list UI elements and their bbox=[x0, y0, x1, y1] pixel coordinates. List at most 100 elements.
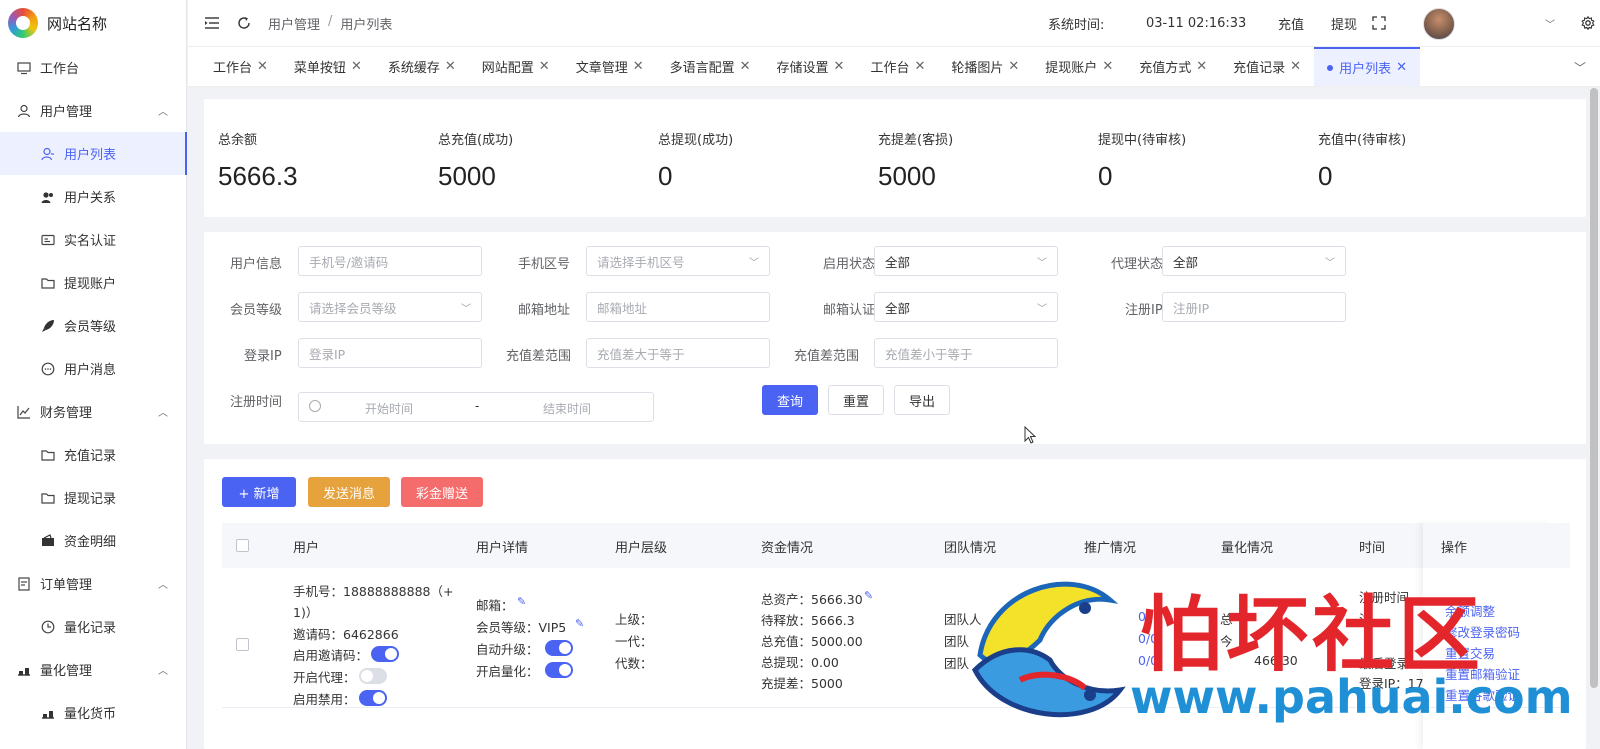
close-icon[interactable]: ✕ bbox=[914, 59, 925, 74]
email-verify-value: 全部 bbox=[885, 300, 911, 316]
withdraw-link[interactable]: 提现 bbox=[1331, 14, 1357, 33]
folder-icon bbox=[40, 275, 56, 291]
sidebar-item-label: 用户管理 bbox=[40, 105, 93, 120]
tab-site-config[interactable]: 网站配置 ✕ bbox=[469, 47, 563, 86]
range-separator: - bbox=[475, 399, 480, 413]
hierarchy-parent: 上级： bbox=[615, 612, 653, 627]
close-icon[interactable]: ✕ bbox=[633, 59, 644, 74]
sidebar-item-user-relation[interactable]: 用户关系 bbox=[0, 175, 186, 218]
close-icon[interactable]: ✕ bbox=[740, 59, 751, 74]
add-button[interactable]: + 新增 bbox=[222, 477, 296, 507]
start-time-placeholder[interactable]: 开始时间 bbox=[365, 400, 413, 417]
edit-icon[interactable]: ✎ bbox=[575, 617, 584, 630]
user-invite-code: 邀请码：6462866 bbox=[293, 627, 399, 642]
avatar[interactable] bbox=[1423, 8, 1455, 40]
tab-recharge-method[interactable]: 充值方式 ✕ bbox=[1126, 47, 1220, 86]
recharge-range-max-input[interactable]: 充值差小于等于 bbox=[874, 338, 1058, 368]
sidebar-item-user-message[interactable]: 用户消息 bbox=[0, 347, 186, 390]
enable-status-select[interactable]: 全部 ﹀ bbox=[874, 246, 1058, 276]
chevron-down-icon[interactable]: ﹀ bbox=[1574, 59, 1586, 76]
chevron-down-icon[interactable]: ﹀ bbox=[1545, 16, 1555, 31]
agent-status-select[interactable]: 全部 ﹀ bbox=[1162, 246, 1346, 276]
close-icon[interactable]: ✕ bbox=[351, 59, 362, 74]
column-header: 操作 bbox=[1441, 541, 1468, 556]
enable-invite-toggle[interactable] bbox=[371, 646, 399, 662]
stat-value: 5666.3 bbox=[218, 161, 298, 191]
sidebar-item-member-level[interactable]: 会员等级 bbox=[0, 304, 186, 347]
email-verify-select[interactable]: 全部 ﹀ bbox=[874, 292, 1058, 322]
enable-ban-toggle[interactable] bbox=[359, 690, 387, 706]
column-header: 团队情况 bbox=[944, 541, 997, 556]
funds-total-withdraw: 总提现：0.00 bbox=[761, 655, 839, 670]
close-icon[interactable]: ✕ bbox=[1008, 59, 1019, 74]
register-time-range[interactable]: 开始时间 - 结束时间 bbox=[298, 392, 654, 422]
tab-language-config[interactable]: 多语言配置 ✕ bbox=[657, 47, 764, 86]
sidebar-item-finance-management[interactable]: 财务管理 ︿ bbox=[0, 390, 186, 433]
refresh-icon[interactable] bbox=[236, 15, 252, 31]
close-icon[interactable]: ✕ bbox=[257, 59, 268, 74]
stat-value: 5000 bbox=[878, 161, 936, 191]
auto-upgrade-toggle[interactable] bbox=[545, 640, 573, 656]
fullscreen-icon[interactable] bbox=[1371, 15, 1387, 31]
sidebar-item-user-management[interactable]: 用户管理 ︿ bbox=[0, 89, 186, 132]
breadcrumb-item[interactable]: 用户管理 bbox=[268, 14, 320, 33]
user-info-input[interactable]: 手机号/邀请码 bbox=[298, 246, 482, 276]
end-time-placeholder[interactable]: 结束时间 bbox=[543, 400, 591, 417]
tab-storage-settings[interactable]: 存储设置 ✕ bbox=[764, 47, 858, 86]
phone-region-select[interactable]: 请选择手机区号 ﹀ bbox=[586, 246, 770, 276]
login-ip-input[interactable]: 登录IP bbox=[298, 338, 482, 368]
close-icon[interactable]: ✕ bbox=[445, 59, 456, 74]
logo[interactable]: 网站名称 bbox=[0, 0, 186, 46]
tab-label: 轮播图片 bbox=[951, 61, 1004, 76]
scrollbar[interactable] bbox=[1590, 88, 1598, 688]
close-icon[interactable]: ✕ bbox=[1396, 60, 1407, 75]
row-checkbox[interactable] bbox=[236, 638, 249, 651]
open-quant-toggle[interactable] bbox=[545, 662, 573, 678]
tab-user-list[interactable]: 用户列表 ✕ bbox=[1314, 47, 1420, 86]
sidebar-item-fund-details[interactable]: 资金明细 bbox=[0, 519, 186, 562]
tab-menu-buttons[interactable]: 菜单按钮 ✕ bbox=[281, 47, 375, 86]
tab-system-cache[interactable]: 系统缓存 ✕ bbox=[375, 47, 469, 86]
send-message-button[interactable]: 发送消息 bbox=[308, 477, 390, 507]
recharge-range-min-input[interactable]: 充值差大于等于 bbox=[586, 338, 770, 368]
close-icon[interactable]: ✕ bbox=[1196, 59, 1207, 74]
sidebar-item-workbench[interactable]: 工作台 bbox=[0, 46, 186, 89]
reset-button[interactable]: 重置 bbox=[828, 385, 884, 415]
sidebar-item-withdraw-account[interactable]: 提现账户 bbox=[0, 261, 186, 304]
member-level-select[interactable]: 请选择会员等级 ﹀ bbox=[298, 292, 482, 322]
tab-recharge-record[interactable]: 充值记录 ✕ bbox=[1220, 47, 1314, 86]
edit-icon[interactable]: ✎ bbox=[517, 595, 526, 608]
sidebar-item-quant-currency[interactable]: 量化货币 bbox=[0, 691, 186, 734]
select-all-checkbox[interactable] bbox=[236, 539, 249, 552]
tab-withdraw-account[interactable]: 提现账户 ✕ bbox=[1032, 47, 1126, 86]
export-button[interactable]: 导出 bbox=[894, 385, 950, 415]
gift-bonus-button[interactable]: 彩金赠送 bbox=[401, 477, 483, 507]
gear-icon[interactable] bbox=[1580, 15, 1596, 31]
recharge-link[interactable]: 充值 bbox=[1278, 14, 1304, 33]
member-level-label: 会员等级 bbox=[230, 303, 283, 318]
menu-fold-icon[interactable] bbox=[204, 15, 220, 31]
sidebar-item-quant-management[interactable]: 量化管理 ︿ bbox=[0, 648, 186, 691]
query-button[interactable]: 查询 bbox=[762, 385, 818, 415]
close-icon[interactable]: ✕ bbox=[539, 59, 550, 74]
tab-carousel[interactable]: 轮播图片 ✕ bbox=[938, 47, 1032, 86]
sidebar-item-withdraw-record[interactable]: 提现记录 bbox=[0, 476, 186, 519]
monitor-icon bbox=[16, 60, 32, 76]
register-ip-input[interactable]: 注册IP bbox=[1162, 292, 1346, 322]
close-icon[interactable]: ✕ bbox=[1102, 59, 1113, 74]
tab-article-management[interactable]: 文章管理 ✕ bbox=[563, 47, 657, 86]
edit-icon[interactable]: ✎ bbox=[864, 589, 873, 602]
sidebar-item-order-management[interactable]: 订单管理 ︿ bbox=[0, 562, 186, 605]
sidebar-item-user-list[interactable]: 用户列表 bbox=[0, 132, 187, 175]
close-icon[interactable]: ✕ bbox=[834, 59, 845, 74]
sidebar-item-quant-record[interactable]: 量化记录 bbox=[0, 605, 186, 648]
sidebar-item-label: 充值记录 bbox=[64, 449, 117, 464]
sidebar-item-real-name[interactable]: 实名认证 bbox=[0, 218, 186, 261]
close-icon[interactable]: ✕ bbox=[1290, 59, 1301, 74]
auto-upgrade-label: 自动升级： bbox=[476, 642, 539, 657]
email-input[interactable]: 邮箱地址 bbox=[586, 292, 770, 322]
sidebar-item-recharge-record[interactable]: 充值记录 bbox=[0, 433, 186, 476]
open-agent-toggle[interactable] bbox=[359, 668, 387, 684]
tab-workbench-2[interactable]: 工作台 ✕ bbox=[857, 47, 938, 86]
tab-workbench[interactable]: 工作台 ✕ bbox=[200, 47, 281, 86]
